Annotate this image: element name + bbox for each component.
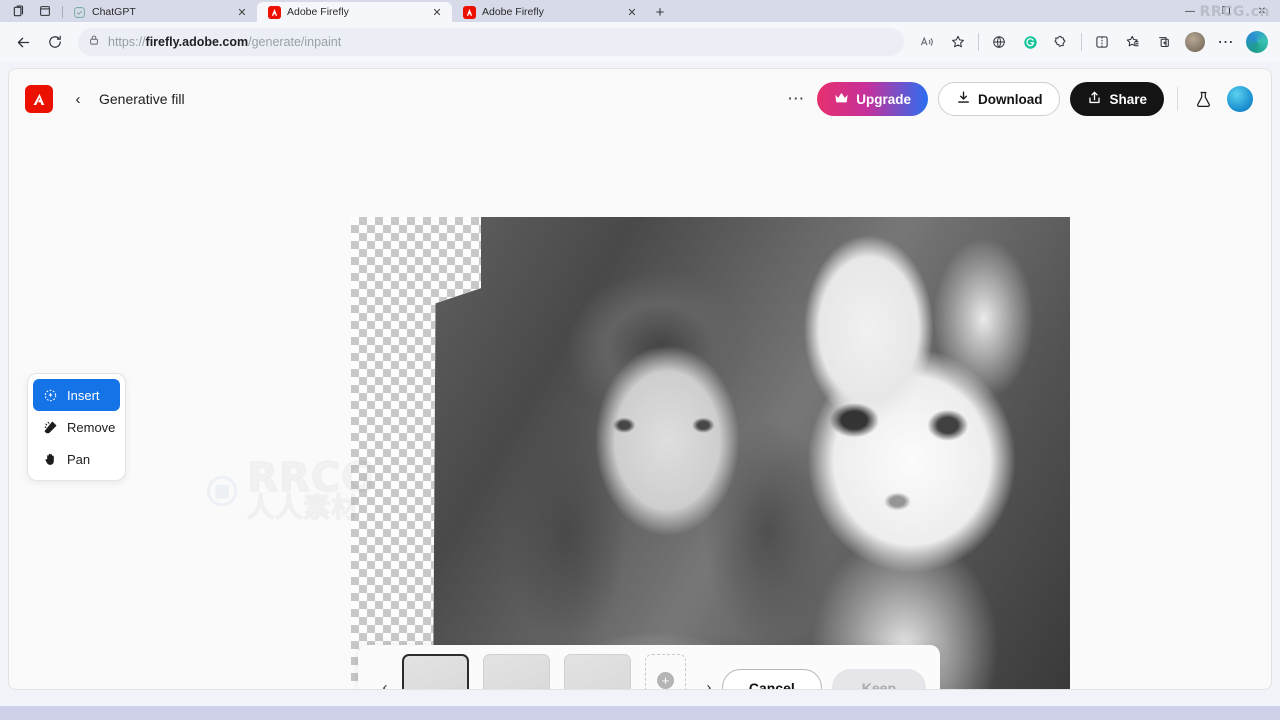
pan-hand-icon [42, 451, 58, 467]
url-scheme: https:// [108, 35, 146, 49]
read-aloud-icon[interactable] [912, 27, 942, 57]
keep-button: Keep [831, 669, 926, 689]
adobe-logo[interactable] [25, 85, 53, 113]
header-more-icon[interactable]: ⋯ [781, 84, 811, 114]
reload-button[interactable] [40, 27, 70, 57]
adobe-firefly-icon [462, 5, 476, 19]
tool-insert-label: Insert [67, 387, 100, 403]
watermark-faint-text: RRCG 人人素材 [246, 455, 375, 524]
variant-thumbnail[interactable] [402, 653, 469, 689]
watermark-corner: RRCG.cn [1199, 4, 1270, 20]
bottom-strip [0, 706, 1280, 720]
browser-tab-firefly-2[interactable]: Adobe Firefly ✕ [452, 2, 647, 22]
download-icon [956, 90, 971, 108]
browser-window: ChatGPT ✕ Adobe Firefly ✕ Adobe Firefly … [0, 0, 1280, 720]
tab-actions-icon[interactable] [6, 0, 32, 22]
crown-icon [834, 91, 849, 107]
title-bar: ChatGPT ✕ Adobe Firefly ✕ Adobe Firefly … [0, 0, 1280, 22]
split-screen-icon[interactable] [1087, 27, 1117, 57]
favorite-star-icon[interactable] [943, 27, 973, 57]
tool-pan-label: Pan [67, 451, 91, 467]
flask-icon[interactable] [1191, 87, 1215, 111]
cancel-button[interactable]: Cancel [721, 669, 822, 689]
url-text: https://firefly.adobe.com/generate/inpai… [108, 35, 341, 49]
tab-close-icon[interactable]: ✕ [430, 5, 444, 19]
grammarly-icon[interactable] [1015, 27, 1045, 57]
browser-tab-firefly-active[interactable]: Adobe Firefly ✕ [257, 2, 452, 22]
page-title: Generative fill [99, 91, 185, 107]
tool-remove-label: Remove [67, 419, 116, 435]
back-button[interactable] [8, 27, 38, 57]
app-header: ‹ Generative fill ⋯ Upgrade Download Sha… [9, 69, 1271, 129]
remove-eraser-icon [42, 419, 58, 435]
watermark-faint-rrcg: RRCG [246, 455, 375, 502]
insert-sparkle-brush-icon [42, 387, 58, 403]
canvas-area: RRCG 人人素材 Insert Remove Pan ‹ + › Cancel… [9, 129, 1271, 689]
copilot-circle [1246, 31, 1268, 53]
watermark-faint-cn: 人人素材 [247, 492, 360, 524]
copilot-icon[interactable] [1242, 27, 1272, 57]
variant-thumbnail[interactable] [483, 653, 550, 689]
variant-bar: ‹ + More › Cancel Keep [358, 645, 940, 689]
download-label: Download [977, 91, 1043, 107]
tab-strip: ChatGPT ✕ Adobe Firefly ✕ Adobe Firefly … [62, 0, 673, 22]
browser-toolbar: https://firefly.adobe.com/generate/inpai… [0, 22, 1280, 62]
watermark-faint: RRCG 人人素材 [205, 441, 375, 541]
prev-variant-button[interactable]: ‹ [372, 668, 398, 689]
upgrade-label: Upgrade [856, 91, 911, 107]
address-bar[interactable]: https://firefly.adobe.com/generate/inpai… [78, 28, 904, 56]
share-label: Share [1109, 91, 1147, 107]
share-button[interactable]: Share [1070, 82, 1164, 116]
tab-title: Adobe Firefly [287, 6, 349, 18]
plus-circle-icon: + [656, 671, 674, 689]
lock-icon [88, 33, 100, 51]
tool-pan[interactable]: Pan [33, 443, 120, 475]
adobe-firefly-icon [267, 5, 281, 19]
user-avatar[interactable] [1227, 86, 1253, 112]
tool-remove[interactable]: Remove [33, 411, 120, 443]
more-variations-button[interactable]: + More [645, 653, 686, 689]
chatgpt-icon [72, 5, 86, 19]
toolbar-right-icons: ⋯ [912, 27, 1272, 57]
profile-avatar[interactable] [1180, 27, 1210, 57]
new-tab-button[interactable]: + [647, 2, 673, 22]
tab-title: Adobe Firefly [482, 6, 544, 18]
collections-icon[interactable] [1118, 27, 1148, 57]
add-favorite-icon[interactable] [1149, 27, 1179, 57]
settings-more-icon[interactable]: ⋯ [1211, 27, 1241, 57]
split-screen-icon[interactable] [32, 0, 58, 22]
tool-palette: Insert Remove Pan [27, 373, 126, 481]
tab-close-icon[interactable]: ✕ [235, 5, 249, 19]
browser-essentials-icon[interactable] [984, 27, 1014, 57]
variant-thumbnails [402, 653, 631, 689]
url-domain: firefly.adobe.com [145, 35, 249, 49]
editing-image[interactable] [351, 217, 1070, 689]
toolbar-divider [978, 33, 979, 51]
next-variant-button[interactable]: › [696, 668, 722, 689]
header-divider [1177, 87, 1178, 111]
download-button[interactable]: Download [937, 82, 1061, 116]
firefly-app-page: ‹ Generative fill ⋯ Upgrade Download Sha… [8, 68, 1272, 690]
upgrade-button[interactable]: Upgrade [817, 82, 928, 116]
back-chevron-icon[interactable]: ‹ [63, 84, 93, 114]
avatar-circle [1185, 32, 1205, 52]
tab-close-icon[interactable]: ✕ [625, 5, 639, 19]
share-icon [1087, 90, 1102, 108]
url-path: /generate/inpaint [248, 35, 342, 49]
tool-insert[interactable]: Insert [33, 379, 120, 411]
extensions-puzzle-icon[interactable] [1046, 27, 1076, 57]
tab-title: ChatGPT [92, 6, 136, 18]
browser-tab-chatgpt[interactable]: ChatGPT ✕ [62, 2, 257, 22]
toolbar-divider [1081, 33, 1082, 51]
variant-thumbnail[interactable] [564, 653, 631, 689]
